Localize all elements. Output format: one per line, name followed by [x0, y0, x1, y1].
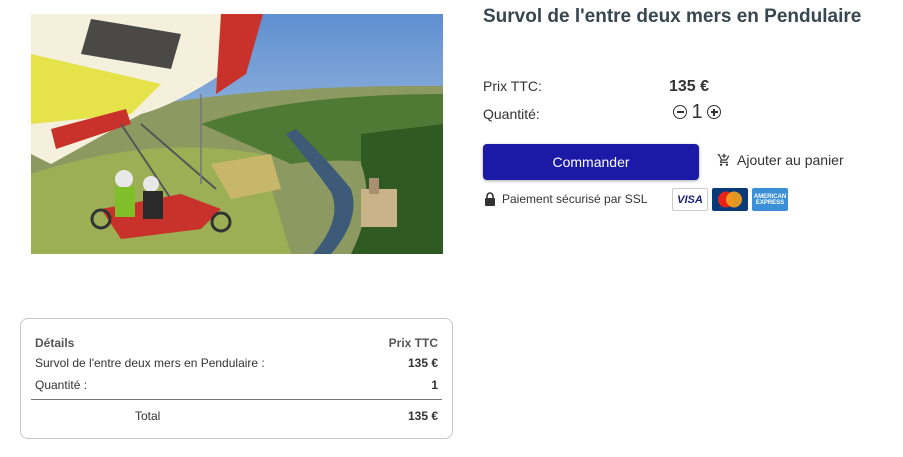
summary-divider [31, 399, 442, 400]
price-label: Prix TTC: [483, 78, 542, 94]
plus-circle-icon[interactable] [707, 105, 721, 119]
cart-plus-icon [717, 153, 730, 166]
summary-row-label: Quantité : [35, 378, 88, 392]
quantity-value: 1 [691, 101, 703, 123]
lock-icon [485, 192, 495, 206]
add-to-cart-label: Ajouter au panier [737, 152, 844, 168]
visa-card-logo: VISA [672, 188, 708, 211]
price-value: 135 € [669, 78, 710, 95]
mastercard-circles [718, 191, 742, 208]
quantity-label: Quantité: [483, 106, 540, 122]
visa-label: VISA [677, 193, 703, 206]
summary-row-label: Survol de l'entre deux mers en Pendulair… [35, 356, 265, 370]
ssl-notice: Paiement sécurisé par SSL [484, 192, 647, 206]
product-title: Survol de l'entre deux mers en Pendulair… [483, 6, 862, 27]
order-button-label: Commander [552, 154, 630, 170]
order-button[interactable]: Commander [483, 144, 699, 180]
summary-total-label: Total [135, 409, 161, 423]
add-to-cart-link[interactable]: Ajouter au panier [717, 152, 844, 168]
amex-card-logo: AMERICAN EXPRESS [752, 188, 788, 211]
summary-total-value: 135 € [407, 409, 438, 423]
amex-label: AMERICAN EXPRESS [753, 193, 787, 206]
minus-circle-icon[interactable] [673, 105, 687, 119]
summary-row-value: 135 € [407, 356, 438, 370]
product-photo-illustration [31, 14, 443, 254]
summary-header-details: Détails [35, 336, 75, 350]
product-image [31, 14, 443, 254]
payment-cards: VISA AMERICAN EXPRESS [672, 188, 788, 211]
quantity-stepper: 1 [673, 102, 721, 122]
ssl-text: Paiement sécurisé par SSL [502, 192, 648, 206]
order-summary: Détails Prix TTC Survol de l'entre deux … [20, 318, 453, 439]
summary-row-value: 1 [431, 378, 438, 392]
summary-header-price: Prix TTC [388, 336, 438, 350]
mastercard-card-logo [712, 188, 748, 211]
